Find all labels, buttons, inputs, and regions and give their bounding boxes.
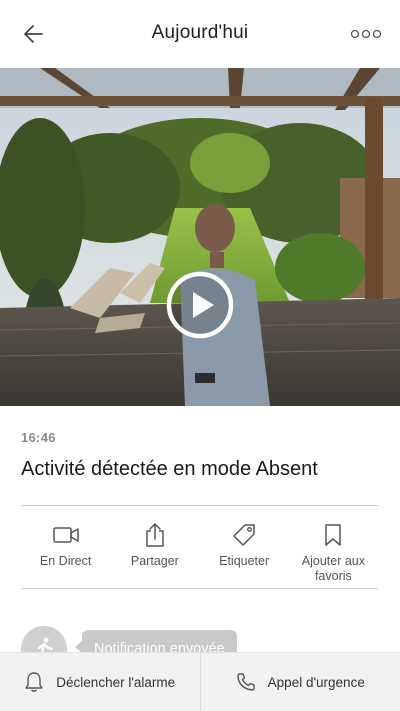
event-time: 16:46 xyxy=(21,430,56,445)
event-title: Activité détectée en mode Absent xyxy=(21,458,318,480)
emergency-call-button[interactable]: Appel d'urgence xyxy=(199,653,400,711)
phone-icon xyxy=(236,672,256,692)
share-label: Partager xyxy=(130,554,179,568)
play-button[interactable] xyxy=(166,271,234,339)
favorite-button[interactable]: Ajouter aux favoris xyxy=(289,506,378,588)
favorite-label: Ajouter aux favoris xyxy=(301,554,365,583)
tag-button[interactable]: Etiqueter xyxy=(200,506,289,588)
video-camera-icon xyxy=(52,522,80,548)
live-button[interactable]: En Direct xyxy=(21,506,110,588)
live-label: En Direct xyxy=(39,554,92,568)
play-icon xyxy=(166,271,234,339)
more-options-button[interactable] xyxy=(350,26,382,42)
tag-label: Etiqueter xyxy=(219,554,270,568)
page-title: Aujourd'hui xyxy=(151,22,249,43)
top-bar: Aujourd'hui xyxy=(0,0,400,68)
divider xyxy=(21,588,378,589)
more-dots-icon xyxy=(350,29,382,39)
bookmark-icon xyxy=(324,522,342,548)
bottom-action-bar: Déclencher l'alarme Appel d'urgence xyxy=(0,652,400,711)
emergency-call-label: Appel d'urgence xyxy=(267,674,365,690)
camera-snapshot xyxy=(0,68,400,406)
bell-icon xyxy=(24,671,44,693)
trigger-alarm-button[interactable]: Déclencher l'alarme xyxy=(0,653,200,711)
share-icon xyxy=(144,522,166,548)
share-button[interactable]: Partager xyxy=(110,506,199,588)
tag-icon xyxy=(231,522,257,548)
video-thumbnail[interactable] xyxy=(0,68,400,406)
trigger-alarm-label: Déclencher l'alarme xyxy=(56,674,176,690)
action-row: En Direct Partager Etiqueter Ajouter aux… xyxy=(21,506,378,588)
